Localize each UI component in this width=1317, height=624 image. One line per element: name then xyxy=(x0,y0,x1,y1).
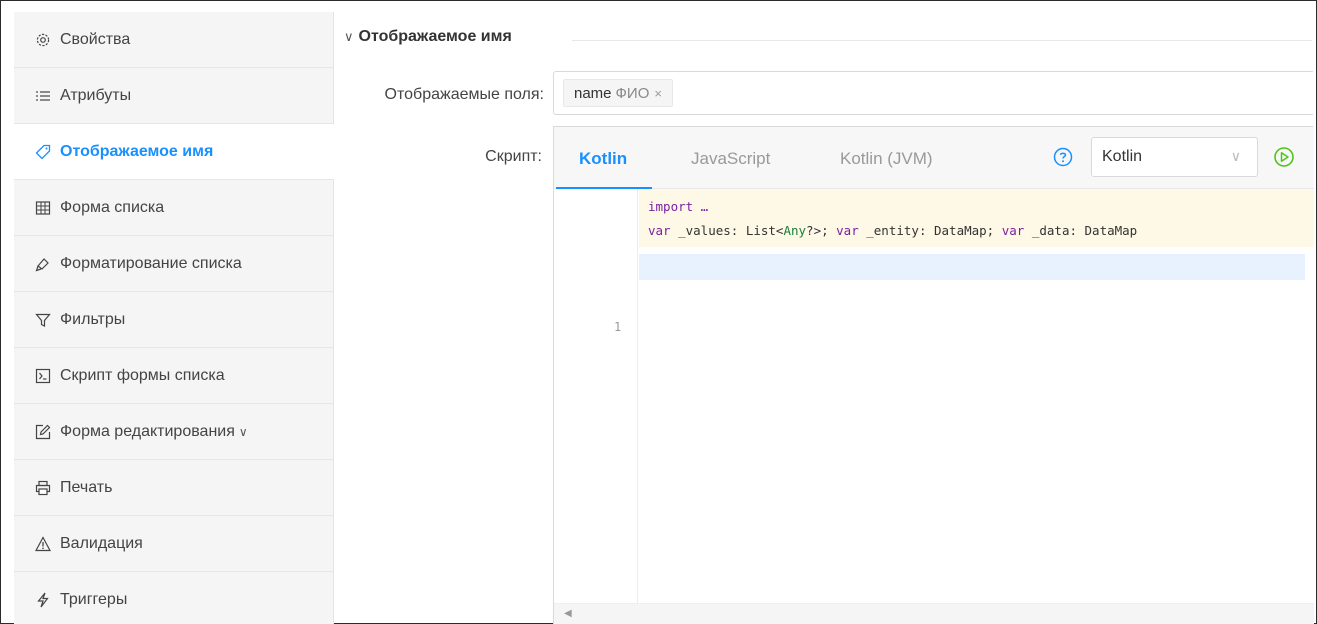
script-editor: Kotlin JavaScript Kotlin (JVM) Kotlin ∨ … xyxy=(553,126,1314,624)
display-fields-input[interactable]: name ФИО × xyxy=(553,71,1313,115)
section-header[interactable]: ∨ Отображаемое имя xyxy=(344,28,512,46)
sidebar-item-label: Форматирование списка xyxy=(60,254,242,272)
play-icon[interactable] xyxy=(1273,146,1295,168)
lightning-icon xyxy=(34,591,52,609)
filter-icon xyxy=(34,311,52,329)
language-select[interactable]: Kotlin ∨ xyxy=(1091,137,1258,177)
script-label: Скрипт: xyxy=(485,148,542,165)
sidebar-item-triggers[interactable]: Триггеры xyxy=(14,572,334,624)
display-fields-label: Отображаемые поля: xyxy=(384,86,544,103)
sidebar: Свойства Атрибуты Отображаемое имя Форма… xyxy=(14,12,334,624)
sidebar-item-label: Форма редактирования xyxy=(60,422,235,440)
section-title: Отображаемое имя xyxy=(358,28,512,45)
sidebar-item-label: Фильтры xyxy=(60,310,126,328)
section-divider xyxy=(572,40,1312,41)
sidebar-item-label: Свойства xyxy=(60,30,131,48)
sidebar-item-label: Отображаемое имя xyxy=(60,142,214,160)
sidebar-item-validation[interactable]: Валидация xyxy=(14,516,334,572)
table-icon xyxy=(34,199,52,217)
paint-icon xyxy=(34,255,52,273)
sidebar-item-label: Скрипт формы списка xyxy=(60,366,225,384)
sidebar-item-label: Форма списка xyxy=(60,198,165,216)
help-icon[interactable] xyxy=(1053,147,1073,167)
tag-icon xyxy=(34,143,52,161)
sidebar-item-list-formatting[interactable]: Форматирование списка xyxy=(14,236,334,292)
tab-javascript[interactable]: JavaScript xyxy=(691,149,770,169)
sidebar-item-print[interactable]: Печать xyxy=(14,460,334,516)
close-icon[interactable]: × xyxy=(654,86,662,101)
sidebar-item-edit-form[interactable]: Форма редактирования ∨ xyxy=(14,404,334,460)
sidebar-item-label: Триггеры xyxy=(60,591,128,608)
editor-gutter: 1 xyxy=(554,189,638,603)
code-declarations-line: var _values: List<Any?>; var _entity: Da… xyxy=(648,223,1138,238)
sidebar-item-attributes[interactable]: Атрибуты xyxy=(14,68,334,124)
sidebar-item-label: Валидация xyxy=(60,534,143,552)
terminal-icon xyxy=(34,367,52,385)
sidebar-item-list-form[interactable]: Форма списка xyxy=(14,180,334,236)
code-input-line[interactable] xyxy=(639,254,1305,280)
tag-caption: ФИО xyxy=(615,84,650,102)
list-icon xyxy=(34,87,52,105)
printer-icon xyxy=(34,479,52,497)
sidebar-item-filters[interactable]: Фильтры xyxy=(14,292,334,348)
chevron-down-icon: ∨ xyxy=(1230,148,1241,164)
sidebar-item-label: Атрибуты xyxy=(60,86,132,104)
scroll-left-icon[interactable]: ◀ xyxy=(564,608,572,619)
tab-kotlin-jvm[interactable]: Kotlin (JVM) xyxy=(840,149,933,169)
sidebar-item-list-form-script[interactable]: Скрипт формы списка xyxy=(14,348,334,404)
sidebar-item-properties[interactable]: Свойства xyxy=(14,12,334,68)
chevron-down-icon[interactable]: ∨ xyxy=(239,425,248,439)
horizontal-scrollbar[interactable]: ◀ xyxy=(554,603,1314,624)
script-tabs: Kotlin JavaScript Kotlin (JVM) Kotlin ∨ xyxy=(554,127,1314,189)
edit-icon xyxy=(34,423,52,441)
line-number: 1 xyxy=(614,320,622,334)
field-tag: name ФИО × xyxy=(563,79,673,107)
tab-kotlin[interactable]: Kotlin xyxy=(579,149,627,169)
language-select-value: Kotlin xyxy=(1102,148,1143,165)
warning-icon xyxy=(34,535,52,553)
code-import-line: import … xyxy=(648,199,709,214)
sidebar-item-label: Печать xyxy=(60,478,113,496)
code-header: import … var _values: List<Any?>; var _e… xyxy=(639,189,1314,247)
gear-icon xyxy=(34,31,52,49)
tag-name: name xyxy=(574,84,612,102)
chevron-down-icon: ∨ xyxy=(344,29,354,44)
sidebar-item-display-name[interactable]: Отображаемое имя xyxy=(14,124,334,180)
